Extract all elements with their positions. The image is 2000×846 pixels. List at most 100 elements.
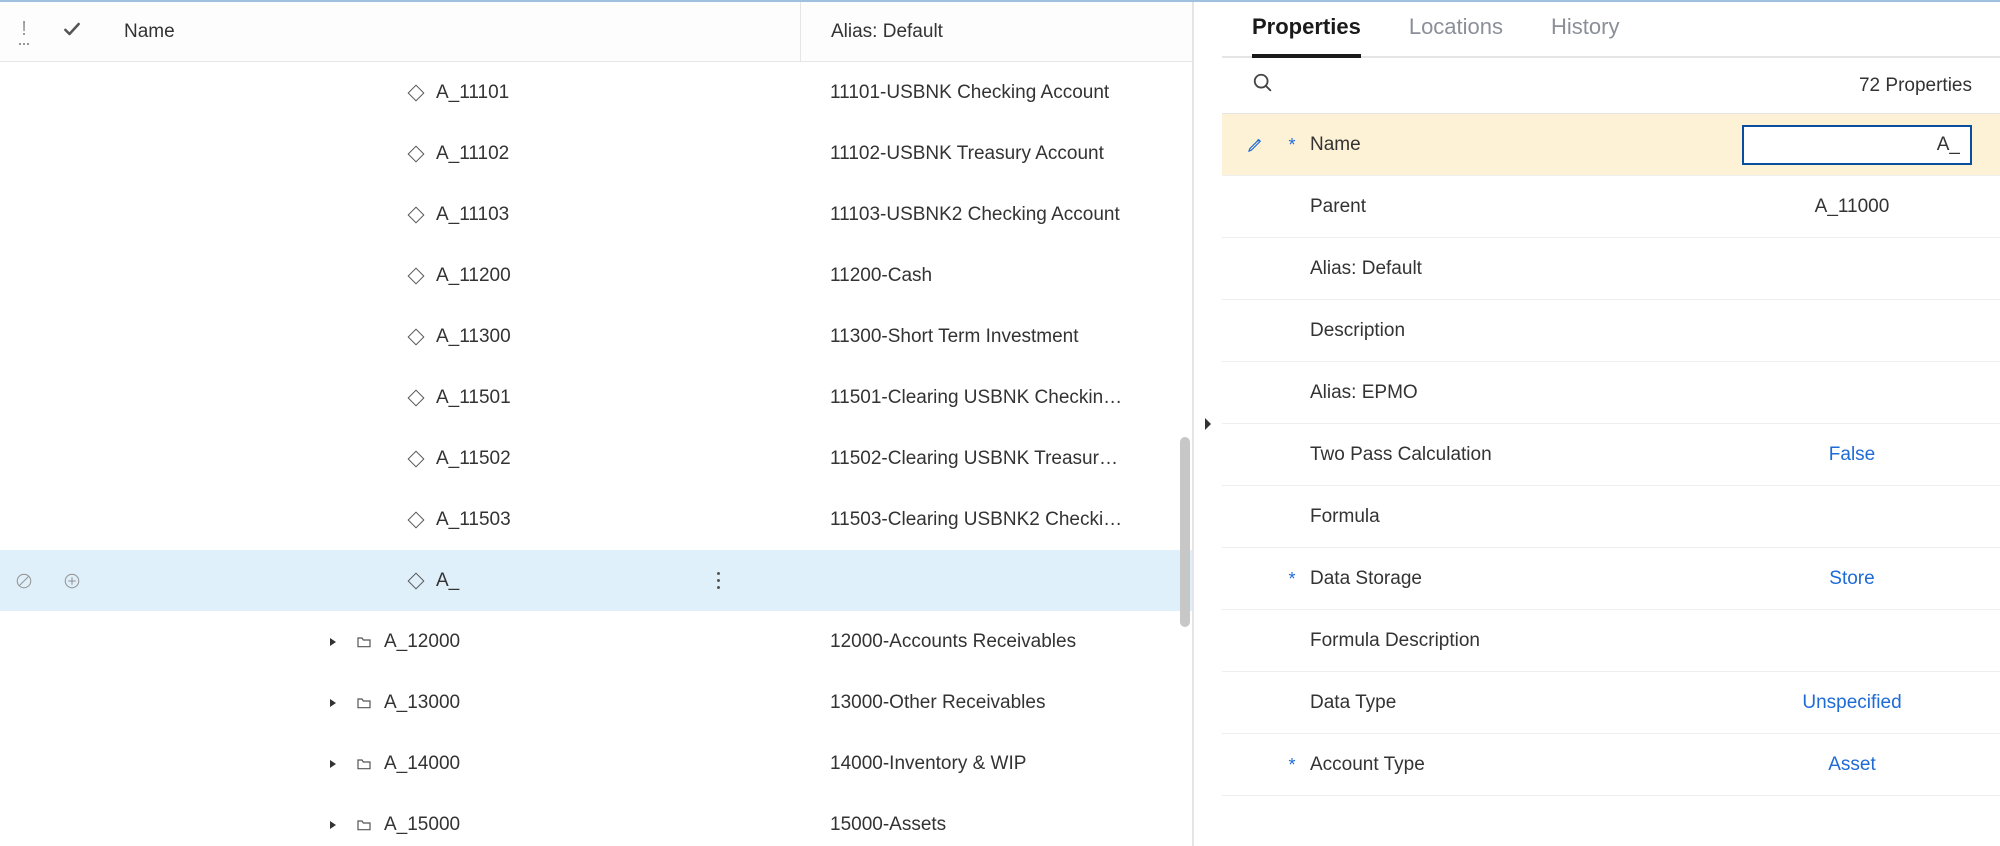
row-name-cell[interactable]: A_11200 bbox=[96, 265, 800, 287]
checkmark-icon bbox=[62, 26, 82, 43]
tree-row[interactable]: A_1120011200-Cash bbox=[0, 245, 1192, 306]
row-alias-cell: 11200-Cash bbox=[800, 265, 1192, 287]
row-alias-cell: 14000-Inventory & WIP bbox=[800, 753, 1192, 775]
folder-icon bbox=[354, 693, 374, 713]
property-row[interactable]: ParentA_11000 bbox=[1222, 176, 2000, 238]
row-add[interactable] bbox=[48, 572, 96, 590]
expand-placeholder bbox=[376, 389, 394, 407]
status-column-header[interactable]: ! bbox=[0, 18, 48, 45]
property-label: Alias: EPMO bbox=[1308, 382, 1732, 404]
search-icon[interactable] bbox=[1252, 72, 1274, 99]
row-name-cell[interactable]: A_11502 bbox=[96, 448, 800, 470]
property-value[interactable]: Store bbox=[1732, 568, 1972, 590]
row-name-cell[interactable]: A_14000 bbox=[96, 753, 800, 775]
property-row[interactable]: Data TypeUnspecified bbox=[1222, 672, 2000, 734]
tab-history[interactable]: History bbox=[1551, 14, 1619, 58]
tab-locations[interactable]: Locations bbox=[1409, 14, 1503, 58]
tabs: Properties Locations History bbox=[1222, 2, 2000, 58]
tree-row[interactable]: A_1500015000-Assets bbox=[0, 794, 1192, 846]
tree-row[interactable]: A_1130011300-Short Term Investment bbox=[0, 306, 1192, 367]
row-name-cell[interactable]: A_11103 bbox=[96, 204, 800, 226]
node-name: A_ bbox=[436, 570, 459, 592]
check-column-header[interactable] bbox=[48, 19, 96, 44]
expand-placeholder bbox=[376, 450, 394, 468]
row-name-cell[interactable]: A_15000 bbox=[96, 814, 800, 836]
tree-row[interactable]: A_1200012000-Accounts Receivables bbox=[0, 611, 1192, 672]
node-name: A_11101 bbox=[436, 82, 509, 104]
tree-rows: A_1110111101-USBNK Checking AccountA_111… bbox=[0, 62, 1192, 846]
expand-icon[interactable] bbox=[324, 633, 342, 651]
property-label: Name bbox=[1308, 134, 1732, 156]
row-name-cell[interactable]: A_11101 bbox=[96, 82, 800, 104]
expand-placeholder bbox=[376, 84, 394, 102]
expand-placeholder bbox=[376, 572, 394, 590]
row-alias-cell: 11300-Short Term Investment bbox=[800, 326, 1192, 348]
row-name-cell[interactable]: A_11501 bbox=[96, 387, 800, 409]
row-name-cell[interactable]: A_13000 bbox=[96, 692, 800, 714]
property-row[interactable]: Formula bbox=[1222, 486, 2000, 548]
property-row[interactable]: Alias: EPMO bbox=[1222, 362, 2000, 424]
row-name-cell[interactable]: A_11102 bbox=[96, 143, 800, 165]
tree-row[interactable]: A_1110311103-USBNK2 Checking Account bbox=[0, 184, 1192, 245]
row-alias-cell: 12000-Accounts Receivables bbox=[800, 631, 1192, 653]
tree-row[interactable]: A_13000 13000-Other Receivables bbox=[0, 672, 1192, 733]
property-name-input[interactable] bbox=[1742, 125, 1972, 165]
node-name: A_11503 bbox=[436, 509, 511, 531]
node-name: A_13000 bbox=[384, 692, 460, 714]
row-name-cell[interactable]: A_11300 bbox=[96, 326, 800, 348]
required-star-icon: * bbox=[1282, 756, 1302, 774]
chevron-right-icon bbox=[1203, 417, 1213, 431]
node-name: A_11502 bbox=[436, 448, 511, 470]
tree-row[interactable]: A_11502 11502-Clearing USBNK Treasur… bbox=[0, 428, 1192, 489]
property-input-wrap bbox=[1732, 125, 1972, 165]
leaf-icon bbox=[406, 144, 426, 164]
row-name-cell[interactable]: A_11503 bbox=[96, 509, 800, 531]
name-column-header[interactable]: Name bbox=[96, 21, 800, 43]
row-alias-cell: 11502-Clearing USBNK Treasur… bbox=[800, 448, 1192, 470]
tree-row[interactable]: A_11503 11503-Clearing USBNK2 Checki… bbox=[0, 489, 1192, 550]
property-row[interactable]: Alias: Default bbox=[1222, 238, 2000, 300]
property-value[interactable]: Unspecified bbox=[1732, 692, 1972, 714]
property-label: Two Pass Calculation bbox=[1308, 444, 1732, 466]
panel-collapse-handle[interactable] bbox=[1194, 2, 1222, 846]
property-row[interactable]: *Name bbox=[1222, 114, 2000, 176]
row-alias-cell: 13000-Other Receivables bbox=[800, 692, 1192, 714]
property-row[interactable]: Formula Description bbox=[1222, 610, 2000, 672]
tab-properties[interactable]: Properties bbox=[1252, 14, 1361, 58]
expand-placeholder bbox=[376, 206, 394, 224]
plus-circle-icon bbox=[63, 572, 81, 590]
folder-icon bbox=[354, 754, 374, 774]
row-alias-cell: 11503-Clearing USBNK2 Checki… bbox=[800, 509, 1192, 531]
property-row[interactable]: Two Pass CalculationFalse bbox=[1222, 424, 2000, 486]
property-value[interactable]: False bbox=[1732, 444, 1972, 466]
properties-search-bar: 72 Properties bbox=[1222, 58, 2000, 114]
row-name-cell[interactable]: A_ bbox=[96, 570, 800, 592]
properties-panel: Properties Locations History 72 Properti… bbox=[1222, 2, 2000, 846]
expand-icon[interactable] bbox=[324, 755, 342, 773]
tree-row[interactable]: A_1110211102-USBNK Treasury Account bbox=[0, 123, 1192, 184]
tree-row[interactable]: A_ bbox=[0, 550, 1192, 611]
properties-list: *NameParentA_11000Alias: DefaultDescript… bbox=[1222, 114, 2000, 846]
property-label: Formula Description bbox=[1308, 630, 1732, 652]
node-name: A_11501 bbox=[436, 387, 511, 409]
prohibit-icon bbox=[15, 572, 33, 590]
expand-icon[interactable] bbox=[324, 816, 342, 834]
tree-row[interactable]: A_1110111101-USBNK Checking Account bbox=[0, 62, 1192, 123]
leaf-icon bbox=[406, 388, 426, 408]
tree-row[interactable]: A_14000 14000-Inventory & WIP bbox=[0, 733, 1192, 794]
scrollbar-thumb[interactable] bbox=[1180, 437, 1190, 627]
node-name: A_15000 bbox=[384, 814, 460, 836]
alias-column-header[interactable]: Alias: Default bbox=[800, 2, 1192, 61]
tree-row[interactable]: A_1150111501-Clearing USBNK Checkin… bbox=[0, 367, 1192, 428]
property-label: Description bbox=[1308, 320, 1732, 342]
property-row[interactable]: *Account TypeAsset bbox=[1222, 734, 2000, 796]
expand-icon[interactable] bbox=[324, 694, 342, 712]
folder-icon bbox=[354, 632, 374, 652]
property-row[interactable]: Description bbox=[1222, 300, 2000, 362]
node-name: A_14000 bbox=[384, 753, 460, 775]
hierarchy-panel: ! Name Alias: Default A_1110111101-USBNK… bbox=[0, 2, 1194, 846]
property-row[interactable]: *Data StorageStore bbox=[1222, 548, 2000, 610]
property-value[interactable]: Asset bbox=[1732, 754, 1972, 776]
row-menu-button[interactable] bbox=[706, 569, 730, 593]
row-name-cell[interactable]: A_12000 bbox=[96, 631, 800, 653]
